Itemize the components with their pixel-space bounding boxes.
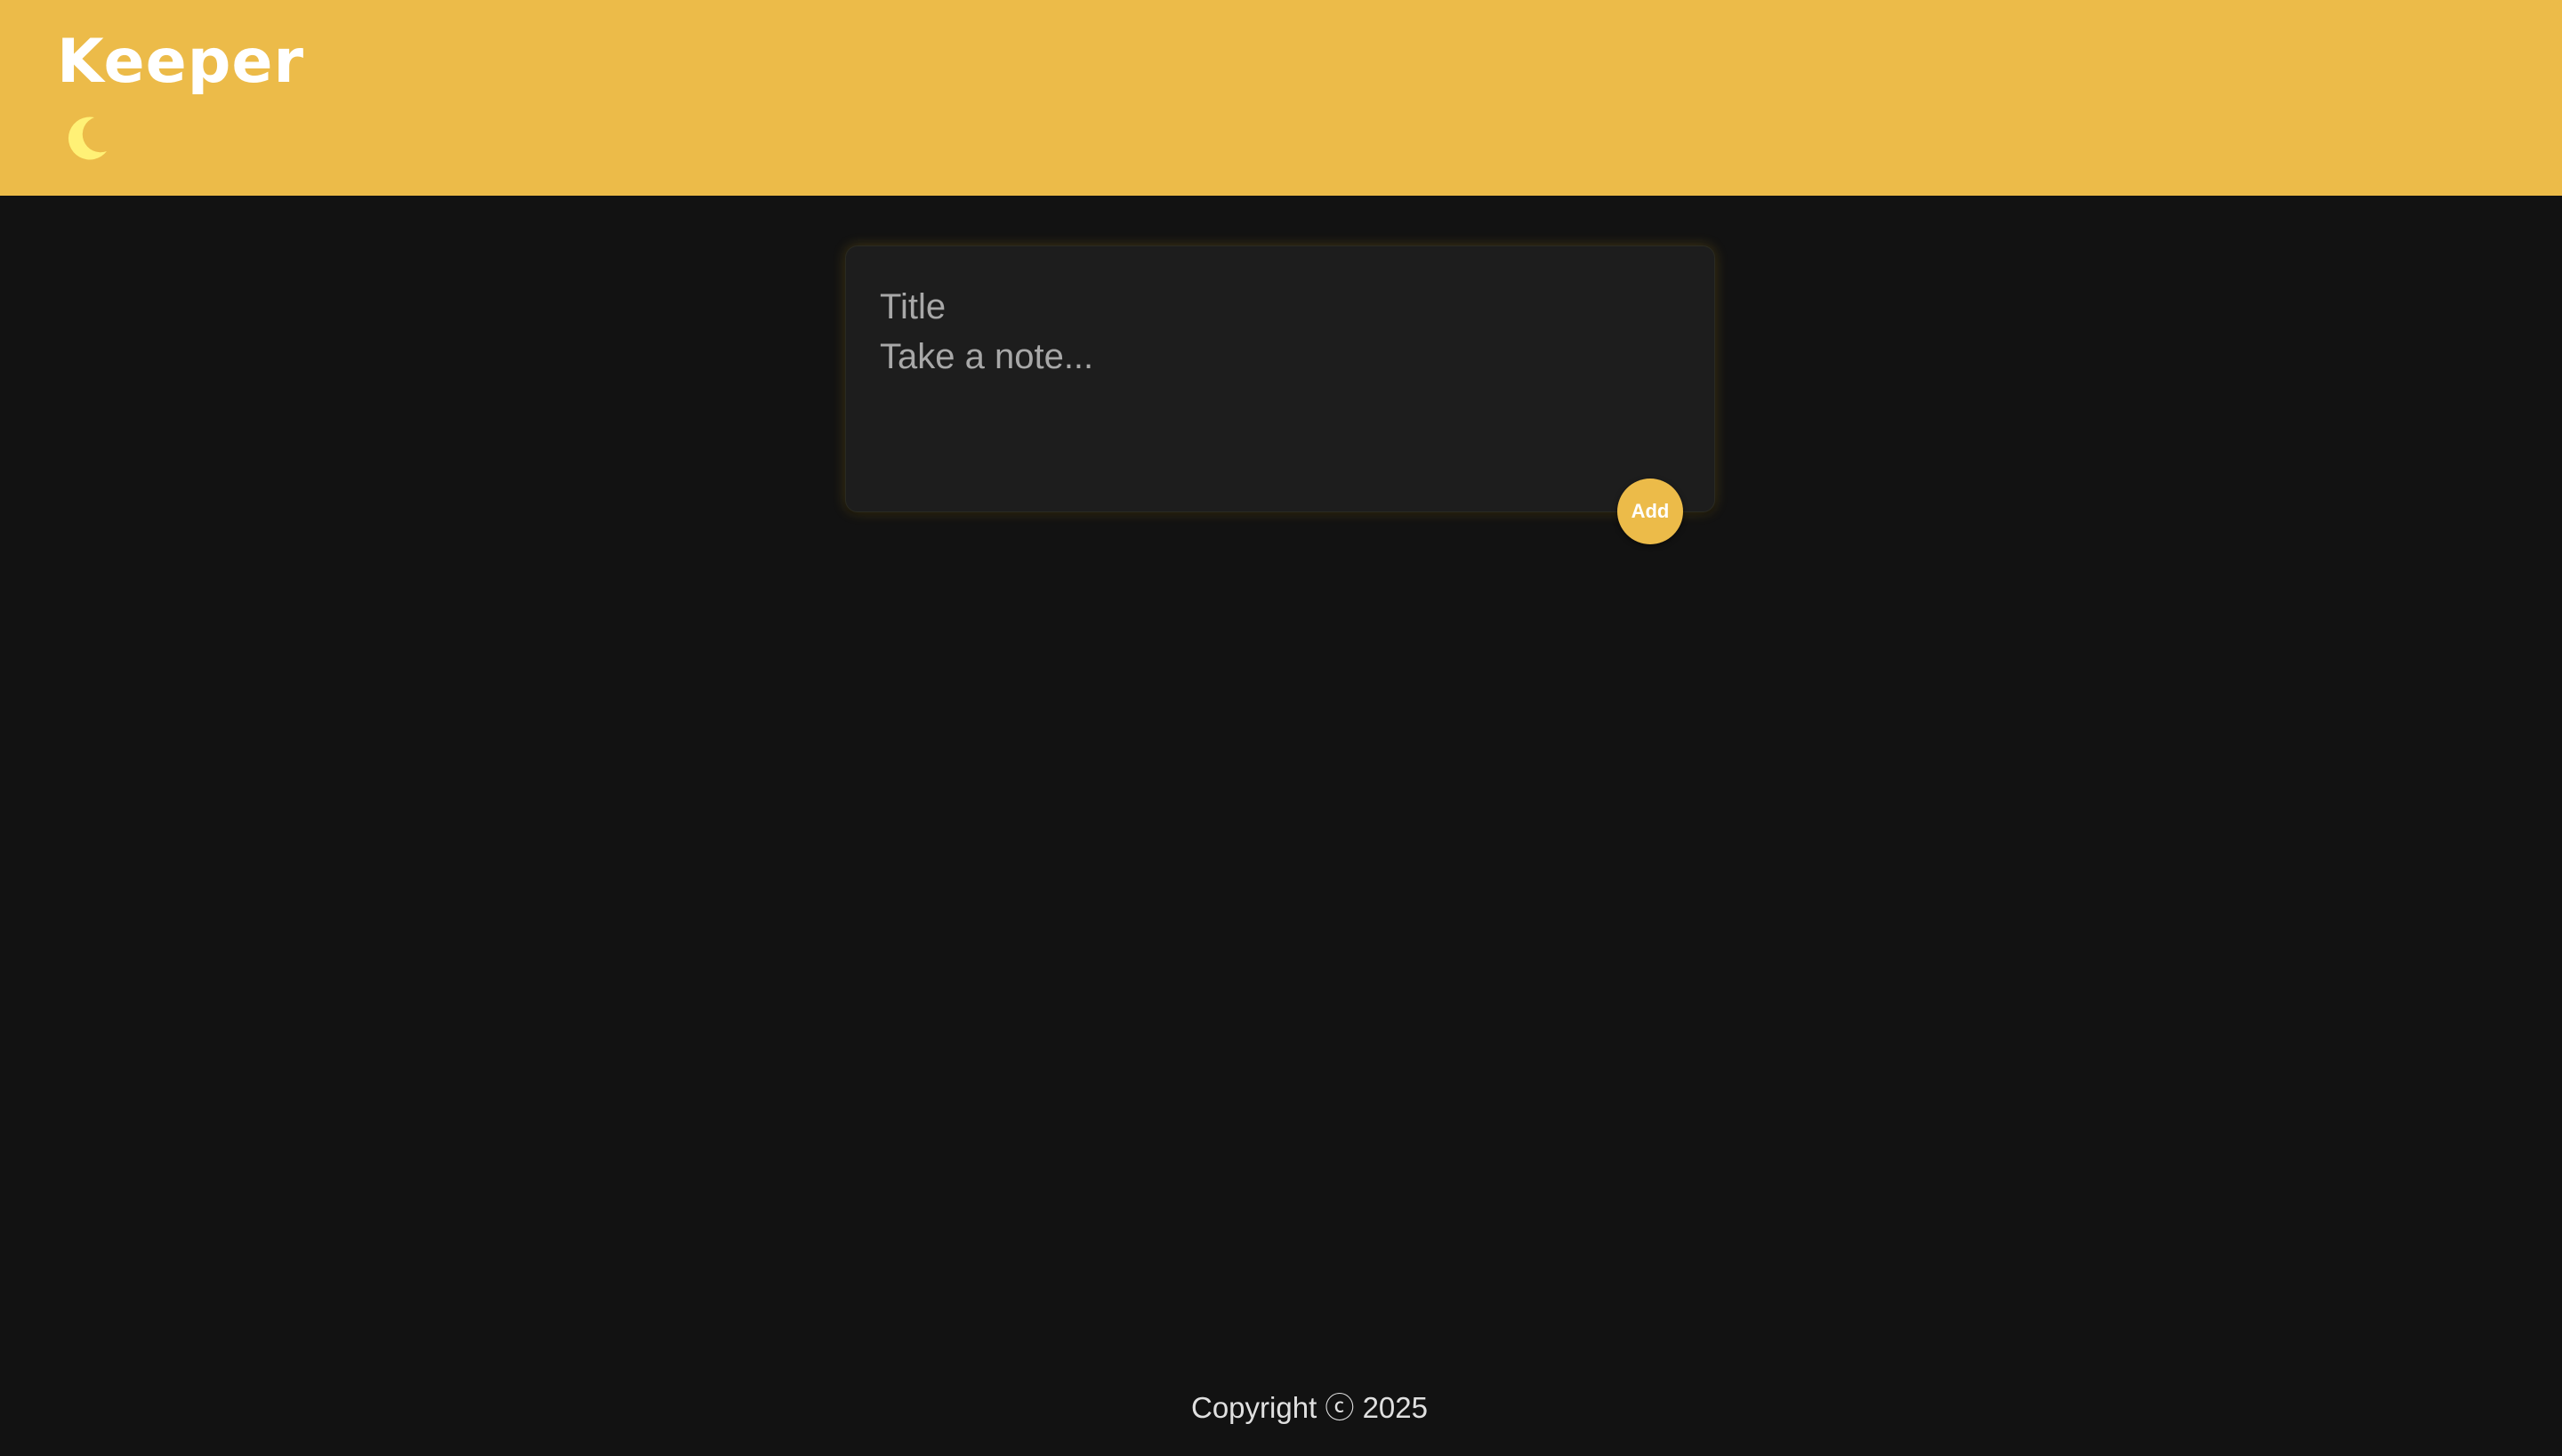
note-content-input[interactable] [880, 337, 1680, 471]
moon-icon [68, 117, 107, 160]
note-title-input[interactable] [880, 282, 1680, 332]
add-note-button[interactable]: Add [1617, 479, 1683, 544]
theme-toggle-button[interactable] [60, 110, 114, 164]
create-note-form [845, 245, 1715, 512]
footer-copyright: Copyright ⓒ 2025 [1191, 1391, 1428, 1424]
app-title: Keeper [57, 27, 305, 97]
app-header: Keeper [0, 0, 2562, 196]
